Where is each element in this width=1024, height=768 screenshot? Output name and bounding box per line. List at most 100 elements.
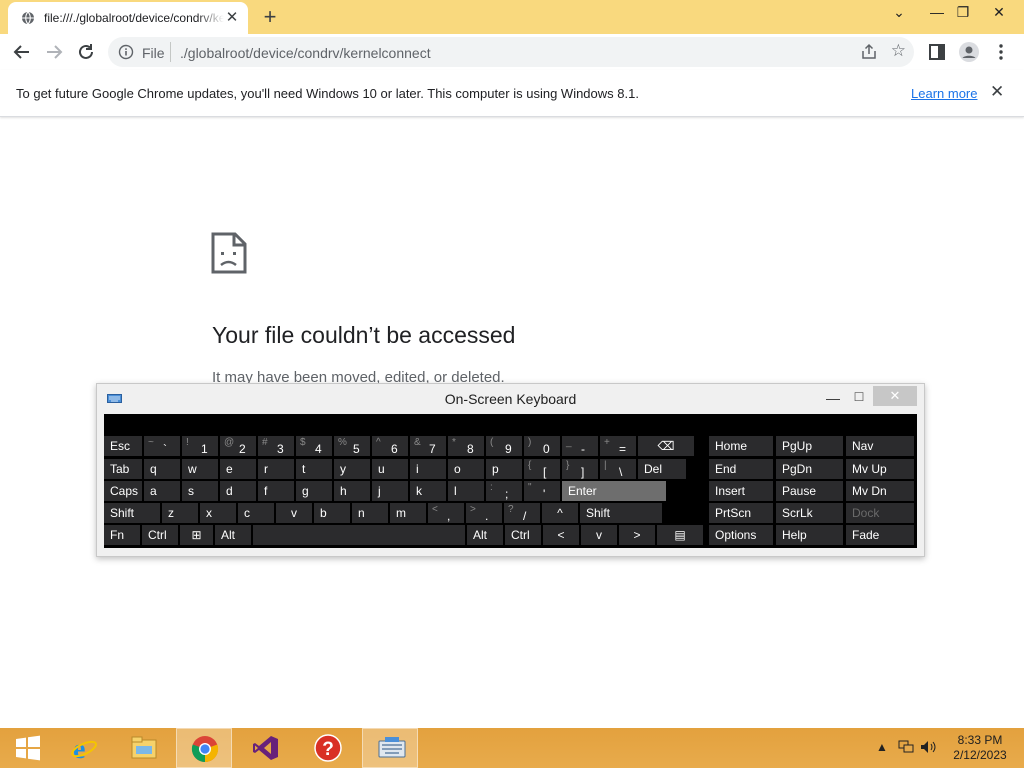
osk-key-][interactable]: }] <box>562 459 598 479</box>
osk-key-esc[interactable]: Esc <box>104 436 142 456</box>
osk-key-end[interactable]: End <box>709 459 773 479</box>
osk-key-5[interactable]: % 5 <box>334 436 370 456</box>
taskbar-on-screen-keyboard[interactable] <box>362 728 418 768</box>
taskbar-chrome[interactable] <box>176 728 232 768</box>
taskbar-file-explorer[interactable] <box>116 728 172 768</box>
network-icon[interactable] <box>898 740 914 754</box>
osk-key-nav[interactable]: Nav <box>846 436 914 456</box>
taskbar-internet-explorer[interactable]: e <box>56 728 112 768</box>
osk-key-1[interactable]: ! 1 <box>182 436 218 456</box>
osk-key-pgdn[interactable]: PgDn <box>776 459 843 479</box>
osk-key-2[interactable]: @2 <box>220 436 256 456</box>
osk-key-`[interactable]: ~ ` <box>144 436 180 456</box>
sidebar-icon[interactable] <box>925 40 949 64</box>
osk-key-v[interactable]: v <box>276 503 312 523</box>
osk-key-f[interactable]: f <box>258 481 294 501</box>
osk-key-m[interactable]: m <box>390 503 426 523</box>
osk-key-k[interactable]: k <box>410 481 446 501</box>
osk-key-9[interactable]: (9 <box>486 436 522 456</box>
osk-key-6[interactable]: ^ 6 <box>372 436 408 456</box>
osk-key-;[interactable]: :; <box>486 481 522 501</box>
osk-key-p[interactable]: p <box>486 459 522 479</box>
osk-key-0[interactable]: ) 0 <box>524 436 560 456</box>
learn-more-link[interactable]: Learn more <box>911 86 977 101</box>
osk-key-4[interactable]: $4 <box>296 436 332 456</box>
backspace-icon[interactable]: ⌫ <box>638 436 694 456</box>
star-icon[interactable]: ☆ <box>891 41 906 61</box>
osk-key-pause[interactable]: Pause <box>776 481 843 501</box>
osk-key-q[interactable]: q <box>144 459 180 479</box>
share-icon[interactable] <box>860 43 878 61</box>
osk-key-help[interactable]: Help <box>776 525 843 545</box>
osk-key-e[interactable]: e <box>220 459 256 479</box>
osk-key-fn[interactable]: Fn <box>104 525 140 545</box>
start-button[interactable] <box>0 728 56 768</box>
osk-key-/[interactable]: ? / <box>504 503 540 523</box>
reload-icon[interactable] <box>74 40 98 64</box>
forward-icon[interactable] <box>42 40 66 64</box>
menu-icon[interactable] <box>989 40 1013 64</box>
osk-key-v[interactable]: v <box>581 525 617 545</box>
osk-key-h[interactable]: h <box>334 481 370 501</box>
osk-key-ctrl[interactable]: Ctrl <box>142 525 178 545</box>
taskbar-visual-studio[interactable] <box>238 728 294 768</box>
osk-key-l[interactable]: l <box>448 481 484 501</box>
context-menu-icon[interactable]: ▤ <box>657 525 703 545</box>
osk-key-fade[interactable]: Fade <box>846 525 914 545</box>
osk-key-[[interactable]: {[ <box>524 459 560 479</box>
osk-minimize-button[interactable]: — <box>823 388 843 408</box>
address-bar[interactable]: File ./globalroot/device/condrv/kernelco… <box>108 37 914 67</box>
osk-key-r[interactable]: r <box>258 459 294 479</box>
osk-maximize-button[interactable]: ☐ <box>849 387 869 407</box>
osk-key-alt[interactable]: Alt <box>467 525 503 545</box>
osk-key-x[interactable]: x <box>200 503 236 523</box>
show-hidden-icons-icon[interactable]: ▲ <box>876 740 888 754</box>
osk-key-j[interactable]: j <box>372 481 408 501</box>
volume-icon[interactable] <box>920 740 938 754</box>
osk-key-c[interactable]: c <box>238 503 274 523</box>
osk-key-z[interactable]: z <box>162 503 198 523</box>
windows-icon[interactable]: ⊞ <box>180 525 213 545</box>
osk-key-,[interactable]: <, <box>428 503 464 523</box>
osk-key-i[interactable]: i <box>410 459 446 479</box>
tab-close-icon[interactable]: ✕ <box>224 10 240 26</box>
osk-key--[interactable]: ^ <box>542 503 578 523</box>
back-icon[interactable] <box>10 40 34 64</box>
osk-key-mv-up[interactable]: Mv Up <box>846 459 914 479</box>
close-window-button[interactable]: ✕ <box>982 0 1016 26</box>
osk-title-bar[interactable]: On-Screen Keyboard — ☐ ✕ <box>97 384 924 414</box>
profile-icon[interactable] <box>957 40 981 64</box>
restore-button[interactable]: ❐ <box>946 0 980 26</box>
osk-key-'[interactable]: " ' <box>524 481 560 501</box>
osk-key-caps[interactable]: Caps <box>104 481 142 501</box>
osk-key--[interactable]: _ - <box>562 436 598 456</box>
tab-search-button[interactable]: ⌄ <box>882 0 916 26</box>
osk-key-a[interactable]: a <box>144 481 180 501</box>
osk-key-y[interactable]: y <box>334 459 370 479</box>
osk-key-t[interactable]: t <box>296 459 332 479</box>
osk-key-enter[interactable]: Enter <box>562 481 666 501</box>
osk-key-o[interactable]: o <box>448 459 484 479</box>
osk-key-shift[interactable]: Shift <box>104 503 160 523</box>
osk-key-options[interactable]: Options <box>709 525 773 545</box>
osk-key-g[interactable]: g <box>296 481 332 501</box>
osk-key-home[interactable]: Home <box>709 436 773 456</box>
osk-key-3[interactable]: #3 <box>258 436 294 456</box>
osk-key-s[interactable]: s <box>182 481 218 501</box>
osk-key-prtscn[interactable]: PrtScn <box>709 503 773 523</box>
osk-key-shift[interactable]: Shift <box>580 503 662 523</box>
info-icon[interactable] <box>118 44 134 60</box>
osk-key-tab[interactable]: Tab <box>104 459 142 479</box>
osk-key-mv-dn[interactable]: Mv Dn <box>846 481 914 501</box>
browser-tab[interactable]: file:///./globalroot/device/condrv/kerne… <box>8 2 248 34</box>
osk-key-7[interactable]: & 7 <box>410 436 446 456</box>
osk-key-space[interactable] <box>253 525 465 545</box>
osk-key-.[interactable]: >. <box>466 503 502 523</box>
osk-key-=[interactable]: + = <box>600 436 636 456</box>
osk-key-d[interactable]: d <box>220 481 256 501</box>
taskbar-help[interactable]: ? <box>300 728 356 768</box>
osk-key--[interactable]: < <box>543 525 579 545</box>
osk-key-insert[interactable]: Insert <box>709 481 773 501</box>
osk-key-n[interactable]: n <box>352 503 388 523</box>
osk-key-scrlk[interactable]: ScrLk <box>776 503 843 523</box>
